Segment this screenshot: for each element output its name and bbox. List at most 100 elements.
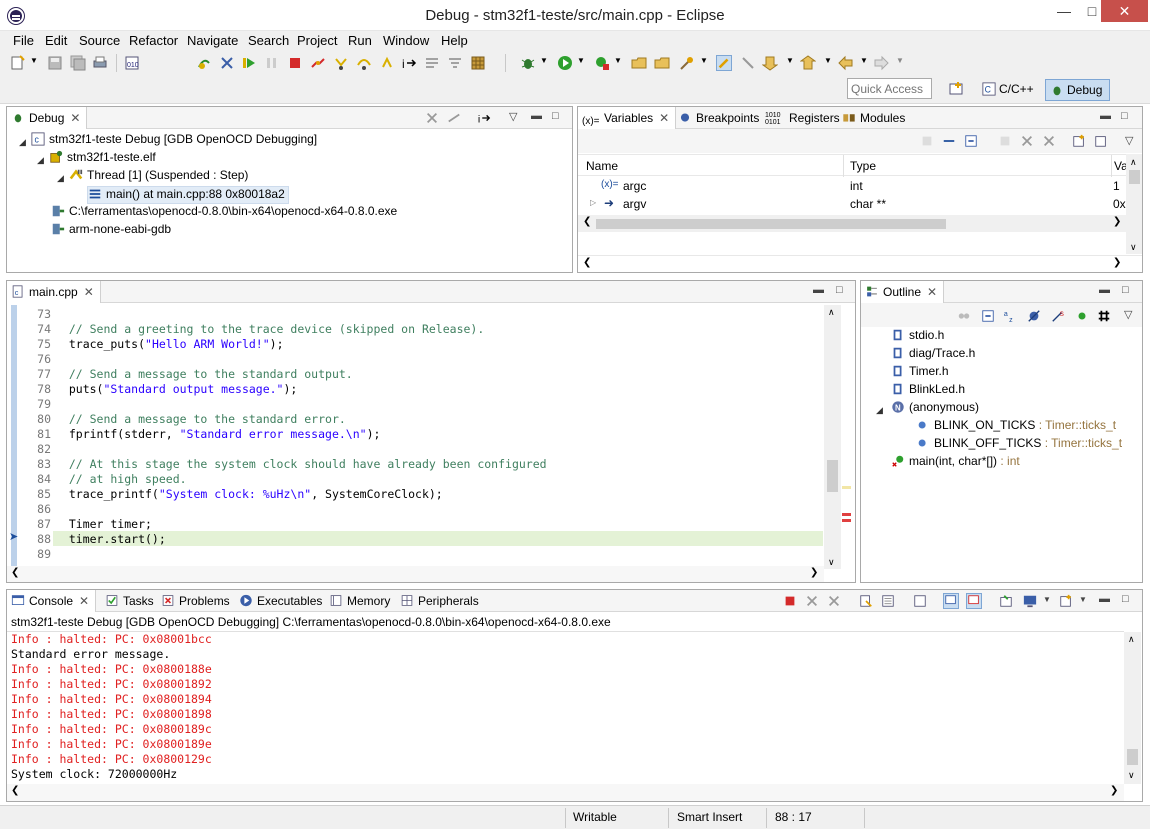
show-types-icon[interactable] — [920, 134, 934, 148]
clear-console-icon[interactable] — [859, 594, 873, 608]
tab-console[interactable]: Console ✕ — [7, 590, 97, 612]
code-line[interactable]: // Send a greeting to the trace device (… — [55, 322, 484, 336]
remove-all-launches-icon[interactable] — [827, 594, 841, 608]
print-icon[interactable] — [92, 55, 108, 71]
minimize-view-icon[interactable]: ▬ — [813, 284, 824, 296]
prev-annotation-icon[interactable] — [800, 55, 816, 71]
scroll-up-icon[interactable]: ∧ — [1130, 157, 1137, 168]
open-perspective-icon[interactable] — [948, 81, 964, 97]
debug-dropdown-icon[interactable]: ▼ — [540, 56, 548, 65]
menu-window[interactable]: Window — [383, 33, 429, 48]
view-menu-icon[interactable]: ▽ — [509, 110, 517, 123]
close-tab-icon[interactable]: ✕ — [70, 111, 80, 125]
minimize-button[interactable]: — — [1050, 0, 1078, 22]
debug-bug-icon[interactable] — [520, 55, 536, 71]
add-global-icon[interactable] — [998, 134, 1012, 148]
tab-variables[interactable]: (x)= Variables ✕ — [578, 107, 677, 129]
pin-console-icon[interactable] — [999, 594, 1013, 608]
close-window-button[interactable]: ✕ — [1101, 0, 1148, 22]
tab-tasks[interactable]: Tasks — [101, 590, 160, 612]
overview-marker[interactable] — [842, 513, 851, 516]
menu-run[interactable]: Run — [348, 33, 372, 48]
scroll-thumb[interactable] — [596, 219, 946, 229]
maximize-view-icon[interactable]: □ — [1121, 110, 1128, 122]
step-return-icon[interactable] — [379, 55, 395, 71]
search-tool-icon[interactable] — [679, 55, 695, 71]
show-on-stderr-icon[interactable] — [966, 593, 982, 609]
table-row[interactable]: (x)= argc int 1 — [578, 177, 1126, 195]
console-vertical-scrollbar[interactable]: ∧ ∨ — [1124, 632, 1141, 784]
scroll-left-icon[interactable]: ❮ — [583, 257, 591, 268]
code-line[interactable]: trace_puts("Hello ARM World!"); — [55, 337, 284, 351]
pin-view-icon[interactable] — [1094, 134, 1108, 148]
forward-icon[interactable] — [873, 55, 889, 71]
maximize-view-icon[interactable]: □ — [552, 110, 559, 122]
remove-icon[interactable] — [1020, 134, 1034, 148]
scroll-left-icon[interactable]: ❮ — [583, 216, 591, 227]
column-value[interactable]: Va — [1108, 155, 1128, 177]
close-tab-icon[interactable]: ✕ — [659, 111, 669, 125]
tab-peripherals[interactable]: Peripherals — [396, 590, 485, 612]
column-name[interactable]: Name — [580, 155, 844, 177]
collapse-icon[interactable]: ◢ — [37, 155, 44, 166]
perspective-debug[interactable]: Debug — [1045, 79, 1110, 101]
tab-memory[interactable]: Memory — [325, 590, 396, 612]
maximize-view-icon[interactable]: □ — [1122, 284, 1129, 296]
overview-marker[interactable] — [842, 486, 851, 489]
list-item[interactable]: diag/Trace.h — [891, 346, 975, 364]
memory-browser-icon[interactable] — [470, 55, 486, 71]
menu-project[interactable]: Project — [297, 33, 337, 48]
column-type[interactable]: Type — [844, 155, 1112, 177]
instruction-stepping-icon[interactable]: i — [401, 55, 417, 71]
show-on-stdout-icon[interactable] — [943, 593, 959, 609]
open-folder-icon[interactable] — [654, 55, 670, 71]
scroll-right-icon[interactable]: ❯ — [810, 567, 818, 578]
tab-debug[interactable]: Debug ✕ — [7, 107, 88, 129]
new-dropdown-icon[interactable]: ▼ — [30, 56, 38, 65]
hide-macros-icon[interactable] — [1097, 309, 1111, 323]
minimize-view-icon[interactable]: ▬ — [531, 110, 542, 122]
tree-launch[interactable]: c stm32f1-teste Debug [GDB OpenOCD Debugg… — [31, 132, 317, 150]
scroll-right-icon[interactable]: ❯ — [1113, 257, 1121, 268]
scroll-right-icon[interactable]: ❯ — [1113, 216, 1121, 227]
code-line[interactable]: trace_printf("System clock: %uHz\n", Sys… — [55, 487, 443, 501]
minimize-view-icon[interactable]: ▬ — [1099, 284, 1110, 296]
collapse-icon[interactable]: ◢ — [876, 405, 883, 416]
scroll-left-icon[interactable]: ❮ — [11, 785, 19, 796]
open-console-dropdown-icon[interactable]: ▼ — [1079, 595, 1087, 604]
code-line[interactable]: fprintf(stderr, "Standard error message.… — [55, 427, 381, 441]
view-menu-icon[interactable]: ▽ — [1124, 308, 1132, 321]
display-console-icon[interactable] — [1023, 594, 1037, 608]
show-logical-icon[interactable] — [942, 134, 956, 148]
group-icon[interactable] — [957, 309, 971, 323]
binary-icon[interactable]: 010 — [124, 55, 140, 71]
code-line[interactable]: // At this stage the system clock should… — [55, 457, 547, 471]
next-annotation-icon[interactable] — [762, 55, 778, 71]
sort-icon[interactable]: az — [1003, 309, 1017, 323]
close-tab-icon[interactable]: ✕ — [927, 285, 937, 299]
tab-breakpoints[interactable]: Breakpoints — [674, 107, 765, 129]
search-dropdown-icon[interactable]: ▼ — [700, 56, 708, 65]
new-file-icon[interactable] — [10, 55, 26, 71]
vertical-scrollbar[interactable]: ∧ ∨ — [1126, 154, 1142, 254]
tree-openocd[interactable]: C:\ferramentas\openocd-0.8.0\bin-x64\ope… — [51, 204, 397, 222]
save-all-icon[interactable] — [70, 55, 86, 71]
scroll-down-icon[interactable]: ∨ — [828, 557, 835, 568]
open-console-icon[interactable] — [1059, 594, 1073, 608]
resume-icon[interactable] — [241, 55, 257, 71]
maximize-view-icon[interactable]: □ — [836, 284, 843, 296]
display-dropdown-icon[interactable]: ▼ — [1043, 595, 1051, 604]
terminate-icon[interactable] — [287, 55, 303, 71]
collapse-all-icon[interactable] — [964, 134, 978, 148]
list-item[interactable]: BLINK_OFF_TICKS : Timer::ticks_t — [916, 436, 1122, 454]
collapse-icon[interactable]: ◢ — [57, 173, 64, 184]
run-dropdown-icon[interactable]: ▼ — [577, 56, 585, 65]
scroll-thumb[interactable] — [1127, 749, 1138, 765]
code-line[interactable]: Timer timer; — [55, 517, 152, 531]
forward-dropdown-icon[interactable]: ▼ — [896, 56, 904, 65]
perspective-cc[interactable]: C C/C++ — [978, 79, 1040, 101]
scroll-down-icon[interactable]: ∨ — [1130, 242, 1137, 253]
scroll-lock-icon[interactable] — [881, 594, 895, 608]
quick-access-input[interactable] — [847, 78, 932, 99]
drop-to-frame-icon[interactable] — [424, 55, 440, 71]
